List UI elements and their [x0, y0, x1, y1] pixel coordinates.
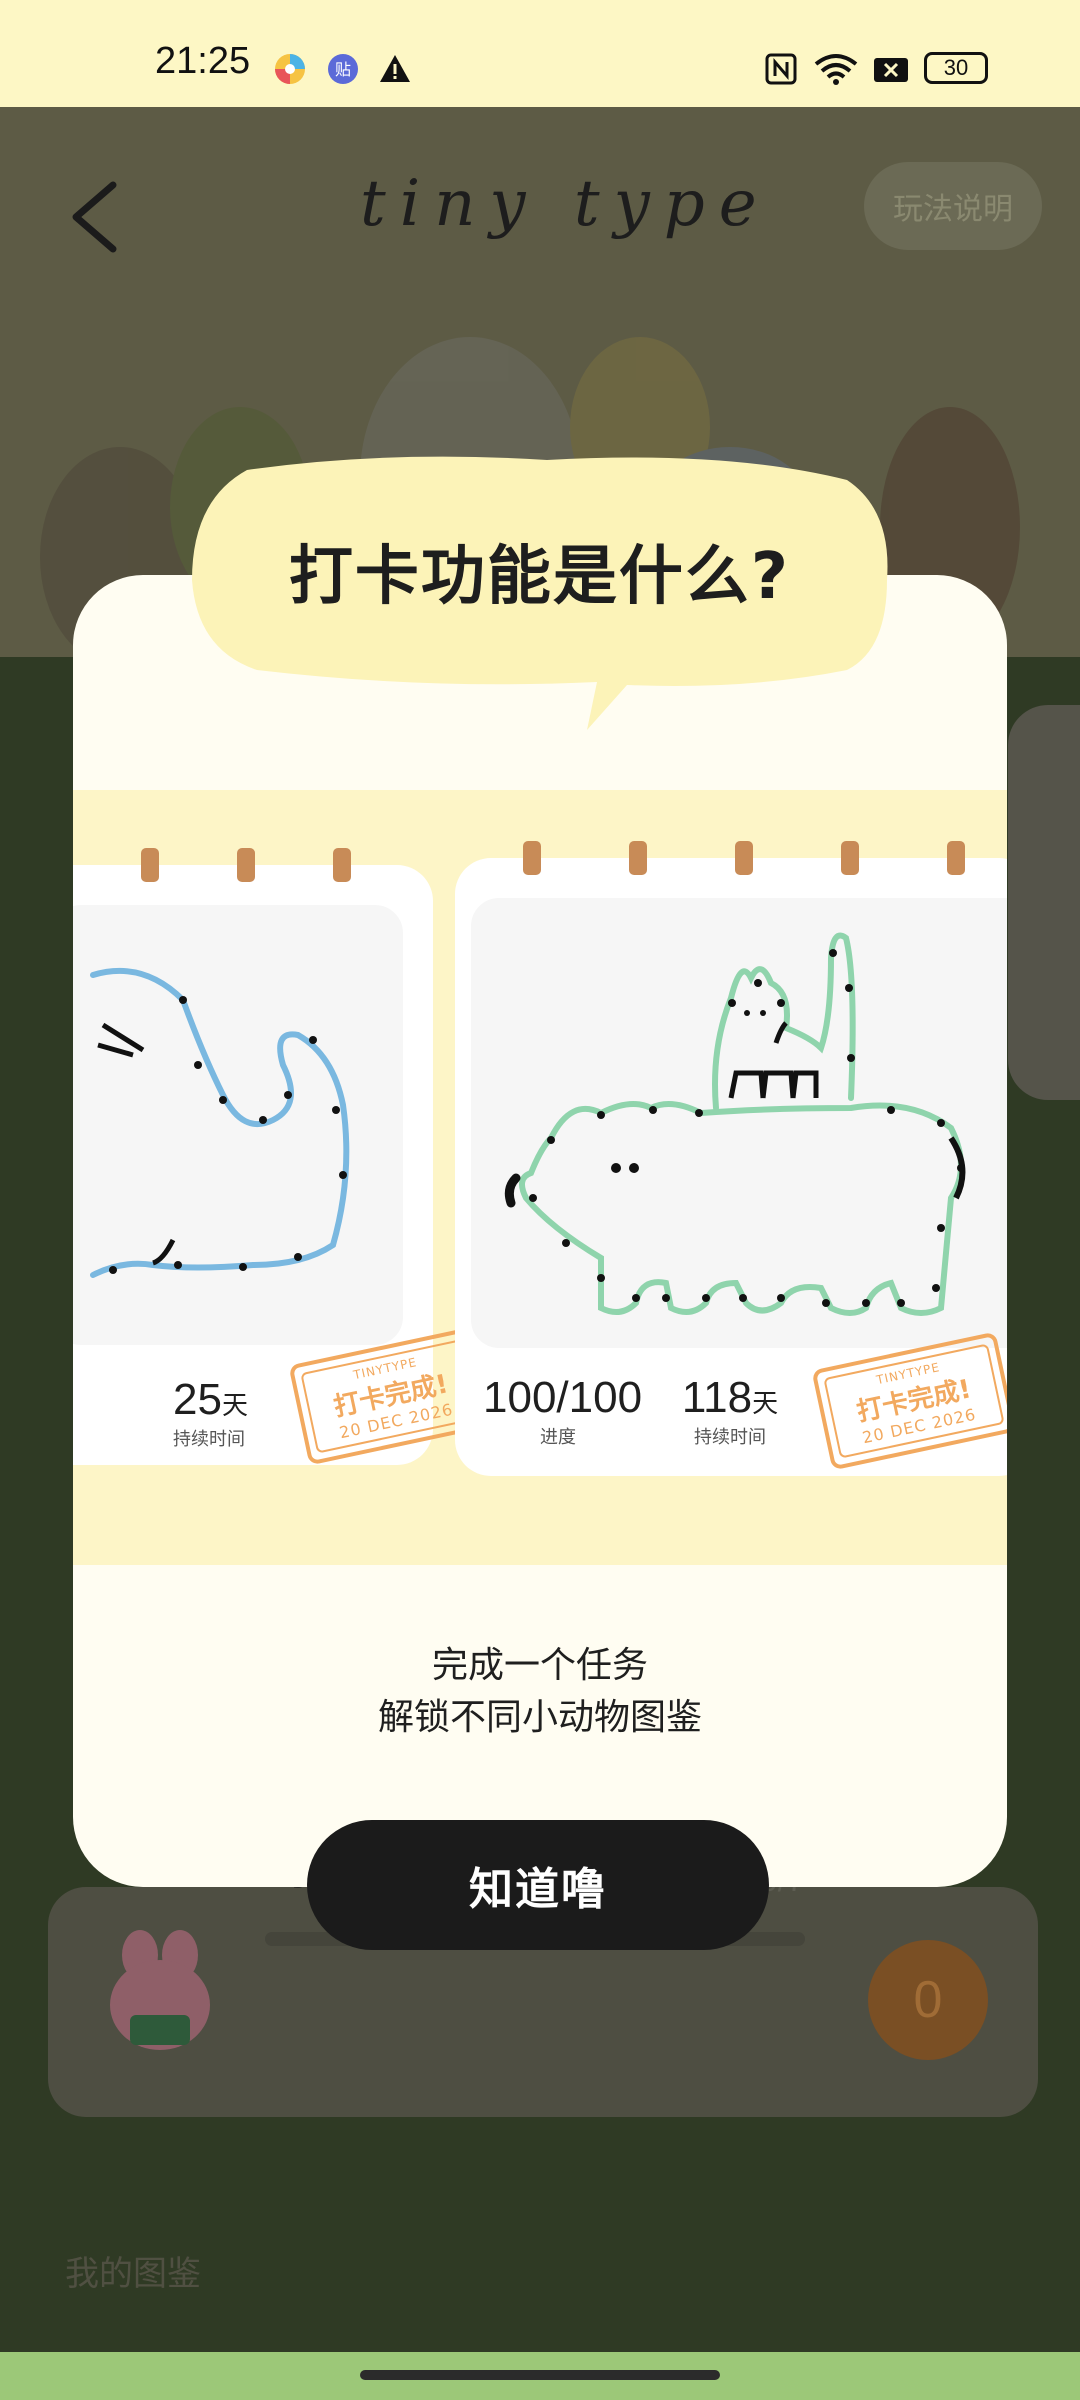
stat-label: 进度: [540, 1427, 576, 1448]
stat-duration: 118天 持续时间: [675, 1373, 785, 1449]
tieba-icon: 贴: [328, 54, 358, 84]
stat-duration: 25天 持续时间: [173, 1375, 248, 1451]
stat-progress: 100/100 进度: [483, 1373, 642, 1449]
binder-ring: [237, 848, 255, 882]
app-colorful-icon: [275, 54, 305, 84]
nfc-icon: [765, 53, 797, 85]
help-button[interactable]: 玩法说明: [864, 162, 1042, 250]
section-title: 我的图鉴: [65, 2254, 201, 2294]
battery-icon: 30: [924, 52, 988, 84]
back-arrow-icon[interactable]: [58, 177, 138, 257]
binder-ring: [629, 841, 647, 875]
task-badge[interactable]: 0: [868, 1940, 988, 2060]
stat-label: 持续时间: [173, 1429, 245, 1450]
svg-text:贴: 贴: [335, 60, 351, 79]
side-avatar-strip[interactable]: [1008, 705, 1080, 1100]
stat-unit: 天: [221, 1391, 248, 1421]
binder-ring: [333, 848, 351, 882]
binder-ring: [841, 841, 859, 875]
stat-value: 25: [173, 1375, 222, 1424]
record-card: 25天 持续时间 TINYTYPE 打卡完成! 20 DEC 2026: [73, 848, 494, 1466]
bear-cat-drawing: [504, 932, 966, 1316]
record-card: 100/100 进度 118天 持续时间 TINYTYPE 打卡完成! 20 D…: [455, 841, 1007, 1476]
stat-label: 持续时间: [694, 1427, 766, 1448]
seal-drawing: [90, 967, 350, 1278]
card-illustration: [73, 905, 403, 1345]
confirm-button[interactable]: 知道噜: [307, 1820, 769, 1950]
card-illustration: [471, 898, 1007, 1348]
binder-ring: [947, 841, 965, 875]
dialog-description: 完成一个任务 解锁不同小动物图鉴: [73, 1640, 1007, 1744]
brand-title: tiny type: [360, 167, 771, 241]
stat-value: 100/100: [483, 1373, 643, 1422]
tutorial-dialog: 25天 持续时间 TINYTYPE 打卡完成! 20 DEC 2026 100/…: [73, 575, 1007, 1887]
binder-ring: [523, 841, 541, 875]
sim-off-icon: [874, 58, 908, 82]
description-line: 完成一个任务: [431, 1645, 648, 1686]
warning-icon: [380, 55, 410, 82]
home-handle[interactable]: [360, 2370, 720, 2380]
bunny-icon: [110, 1930, 210, 2050]
description-line: 解锁不同小动物图鉴: [377, 1697, 702, 1738]
binder-ring: [141, 848, 159, 882]
binder-ring: [735, 841, 753, 875]
wifi-icon: [814, 54, 858, 85]
status-time: 21:25: [155, 40, 251, 82]
completion-stamp: TINYTYPE 打卡完成! 20 DEC 2026: [811, 1331, 1007, 1471]
stat-value: 118: [681, 1373, 753, 1422]
dialog-title: 打卡功能是什么?: [288, 540, 791, 614]
stat-unit: 天: [752, 1389, 779, 1419]
